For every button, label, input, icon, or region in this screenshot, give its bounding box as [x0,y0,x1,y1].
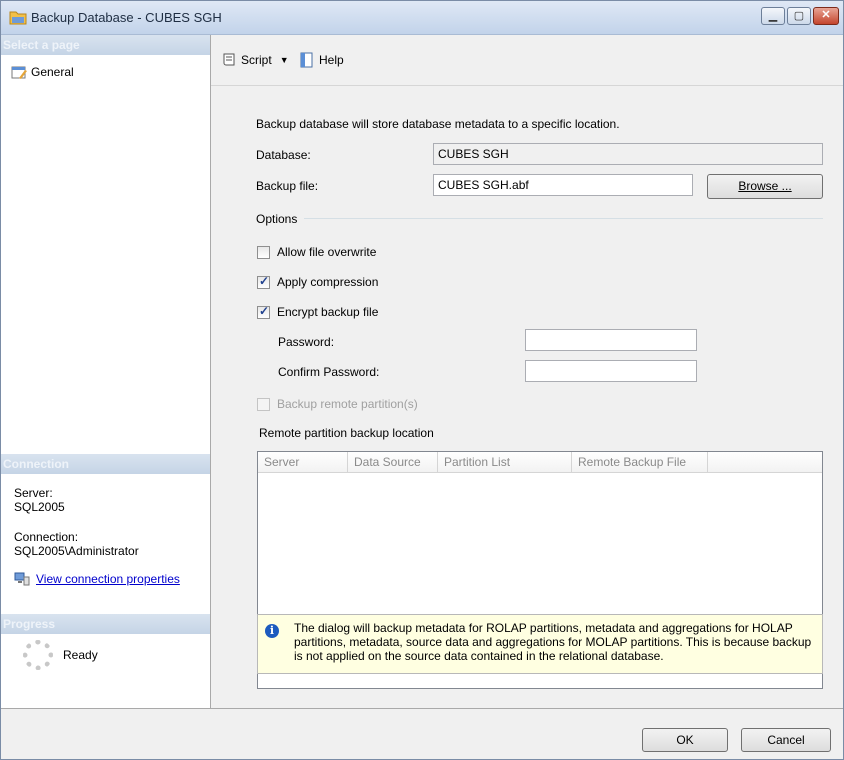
apply-compression-checkbox[interactable]: Apply compression [257,274,378,289]
minimize-icon: ▁ [768,10,778,22]
dialog-footer: OK Cancel [1,708,843,759]
connection-header: Connection [1,454,210,474]
remote-location-label: Remote partition backup location [259,426,434,440]
info-icon: i [265,624,279,638]
allow-overwrite-checkbox[interactable]: Allow file overwrite [257,245,376,259]
backup-database-dialog: Backup Database - CUBES SGH ▁ ▢ ✕ Select… [0,0,844,760]
page-item-label: General [31,65,74,79]
connection-label: Connection: [14,530,79,544]
close-button[interactable]: ✕ [813,7,839,25]
backup-remote-checkbox[interactable]: Backup remote partition(s) [257,397,418,411]
allow-overwrite-box[interactable] [257,245,270,259]
close-icon: ✕ [821,9,831,21]
toolbar-divider [211,85,843,86]
grid-col-remote-backup-file[interactable]: Remote Backup File [572,452,708,472]
options-label: Options [256,212,298,226]
backup-remote-box[interactable] [257,397,270,411]
browse-button[interactable]: Browse ... [707,174,823,199]
backup-file-input[interactable]: CUBES SGH.abf [433,174,693,196]
backup-file-label: Backup file: [256,179,319,193]
password-label: Password: [278,335,335,349]
database-field: CUBES SGH [433,143,823,165]
grid-col-partition-list[interactable]: Partition List [438,452,572,472]
toolbar: Script ▼ Help [211,35,843,85]
script-label: Script [241,53,272,67]
script-icon [223,53,235,66]
server-label: Server: [14,486,53,500]
properties-page-icon [11,66,27,79]
minimize-button[interactable]: ▁ [761,7,785,25]
confirm-password-input[interactable] [525,360,697,382]
info-message: The dialog will backup metadata for ROLA… [294,621,812,663]
confirm-password-label: Confirm Password: [278,365,380,379]
window-title: Backup Database - CUBES SGH [31,10,222,25]
encrypt-backup-checkbox[interactable]: Encrypt backup file [257,304,378,319]
encrypt-backup-box[interactable] [257,304,270,319]
progress-header: Progress [1,614,210,634]
progress-spinner-icon [23,640,53,670]
apply-compression-box[interactable] [257,274,270,289]
grid-col-server[interactable]: Server [258,452,348,472]
connection-value: SQL2005\Administrator [14,544,139,558]
options-divider [304,218,823,219]
ok-button[interactable]: OK [642,728,728,752]
view-connection-properties[interactable]: View connection properties [14,572,180,586]
script-button[interactable]: Script ▼ [221,52,289,68]
folder-icon [9,11,27,25]
info-message-box: i The dialog will backup metadata for RO… [257,614,823,674]
help-icon [300,52,313,68]
left-panel: Select a page General Connection Server:… [1,35,211,708]
grid-col-data-source[interactable]: Data Source [348,452,438,472]
dropdown-arrow-icon: ▼ [279,55,289,65]
connection-properties-icon [14,572,30,586]
select-page-header: Select a page [1,35,210,55]
page-item-general[interactable]: General [11,65,74,79]
maximize-icon: ▢ [793,10,805,22]
cancel-button[interactable]: Cancel [741,728,831,752]
progress-status: Ready [63,648,98,662]
help-label: Help [319,53,344,67]
password-input[interactable] [525,329,697,351]
title-bar[interactable]: Backup Database - CUBES SGH ▁ ▢ ✕ [1,1,843,35]
server-value: SQL2005 [14,500,65,514]
database-label: Database: [256,148,311,162]
maximize-button[interactable]: ▢ [787,7,811,25]
view-connection-properties-link[interactable]: View connection properties [36,572,180,586]
description-text: Backup database will store database meta… [256,117,620,131]
grid-header: Server Data Source Partition List Remote… [258,452,822,473]
help-button[interactable]: Help [299,52,344,68]
